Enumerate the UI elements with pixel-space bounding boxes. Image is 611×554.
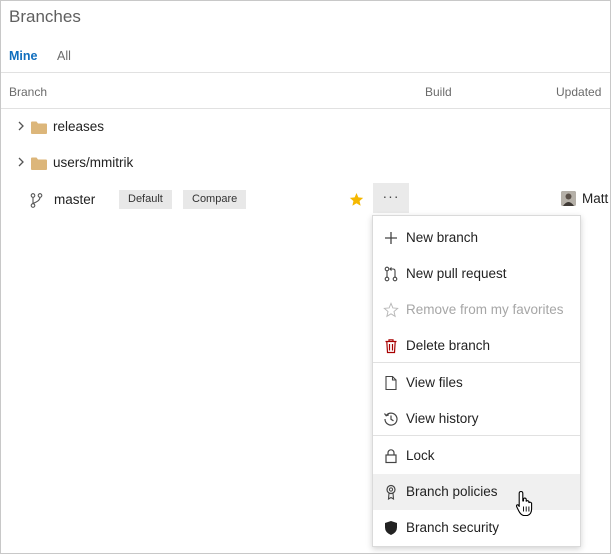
chevron-right-icon[interactable] — [15, 120, 27, 132]
branch-context-menu: New branch New pull request Remove from … — [372, 215, 581, 547]
hand-cursor-icon — [515, 490, 533, 517]
folder-icon — [31, 121, 47, 134]
menu-item-label: Delete branch — [406, 338, 491, 353]
folder-row-releases[interactable]: releases — [1, 110, 610, 144]
menu-item-label: New pull request — [406, 266, 507, 281]
menu-item-label: Lock — [406, 448, 435, 463]
plus-icon — [385, 232, 397, 244]
column-header-updated[interactable]: Updated — [556, 85, 601, 99]
branch-icon — [30, 193, 43, 208]
menu-item-label: Remove from my favorites — [406, 302, 564, 317]
menu-divider — [373, 435, 580, 436]
star-icon[interactable] — [349, 192, 364, 207]
chevron-right-icon[interactable] — [15, 156, 27, 168]
column-header-build[interactable]: Build — [425, 85, 452, 99]
pull-request-icon — [384, 266, 398, 282]
tab-mine[interactable]: Mine — [9, 49, 37, 63]
column-header-divider — [1, 108, 610, 109]
menu-item-remove-from-favorites[interactable]: Remove from my favorites — [373, 292, 580, 328]
menu-item-label: View history — [406, 411, 479, 426]
avatar — [561, 191, 576, 206]
menu-item-new-pull-request[interactable]: New pull request — [373, 256, 580, 292]
menu-item-new-branch[interactable]: New branch — [373, 220, 580, 256]
more-actions-button[interactable]: ··· — [373, 183, 409, 213]
column-header-branch[interactable]: Branch — [9, 85, 47, 99]
menu-item-label: Branch policies — [406, 484, 498, 499]
menu-divider — [373, 362, 580, 363]
menu-item-branch-policies[interactable]: Branch policies — [373, 474, 580, 510]
folder-icon — [31, 157, 47, 170]
compare-badge[interactable]: Compare — [183, 190, 247, 209]
menu-item-label: New branch — [406, 230, 479, 245]
lock-icon — [385, 449, 397, 464]
menu-item-delete-branch[interactable]: Delete branch — [373, 328, 580, 364]
menu-item-label: View files — [406, 375, 463, 390]
menu-item-view-history[interactable]: View history — [373, 401, 580, 437]
star-outline-icon — [383, 302, 399, 318]
default-badge: Default — [119, 190, 172, 209]
page-title: Branches — [9, 7, 81, 26]
ellipsis-icon: ··· — [382, 188, 400, 204]
file-icon — [385, 375, 397, 391]
branch-name[interactable]: master — [54, 192, 95, 207]
menu-item-view-files[interactable]: View files — [373, 365, 580, 401]
trash-icon — [385, 339, 397, 354]
folder-row-users-mmitrik[interactable]: users/mmitrik — [1, 146, 610, 180]
branches-page: Branches Mine All Branch Build Updated r… — [0, 0, 611, 554]
shield-icon — [385, 521, 397, 535]
menu-item-branch-security[interactable]: Branch security — [373, 510, 580, 546]
header-divider — [1, 72, 610, 73]
menu-item-lock[interactable]: Lock — [373, 438, 580, 474]
policy-badge-icon — [386, 484, 396, 500]
folder-label[interactable]: users/mmitrik — [53, 155, 133, 170]
branch-row-master[interactable]: master Default Compare — [1, 183, 610, 217]
history-icon — [384, 412, 398, 426]
folder-label[interactable]: releases — [53, 119, 104, 134]
updated-by-name: Matt — [582, 191, 609, 206]
tab-all[interactable]: All — [57, 49, 71, 63]
menu-item-label: Branch security — [406, 520, 500, 535]
